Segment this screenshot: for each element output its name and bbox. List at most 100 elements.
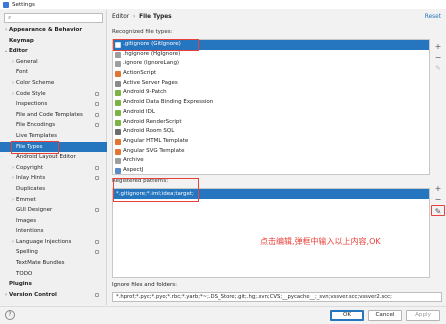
file-type-item[interactable]: Android Data Binding Expression (113, 98, 429, 108)
file-types-toolbar: + − ✎ (431, 41, 445, 74)
file-type-item[interactable]: ActionScript (113, 69, 429, 79)
file-type-icon (115, 51, 121, 58)
search-input[interactable]: ⌕ (4, 13, 103, 23)
sidebar-item-label: Copyright (16, 164, 43, 171)
file-type-label: Archive (123, 157, 144, 164)
sidebar-item[interactable]: Images (0, 216, 107, 227)
file-type-icon (115, 148, 121, 155)
file-type-item[interactable]: AspectJ (113, 166, 429, 174)
project-scope-icon (95, 176, 99, 181)
sidebar-item-label: GUI Designer (16, 207, 53, 214)
sidebar-item-label: General (16, 58, 38, 65)
sidebar-item[interactable]: Plugins (0, 279, 107, 290)
project-scope-icon (95, 239, 99, 244)
add-file-type-button[interactable]: + (431, 41, 445, 52)
sidebar-item-label: Emmet (16, 196, 36, 203)
project-scope-icon (95, 123, 99, 128)
sidebar-item-label: Spelling (16, 249, 38, 256)
sidebar-item[interactable]: › General (0, 57, 107, 68)
file-type-item[interactable]: Android 9-Patch (113, 88, 429, 98)
sidebar-item[interactable]: Duplicates (0, 184, 107, 195)
file-type-icon (115, 100, 121, 107)
sidebar-item[interactable]: › Color Scheme (0, 78, 107, 89)
sidebar-item-label: Plugins (9, 281, 32, 288)
file-type-item[interactable]: Android Room SQL (113, 127, 429, 137)
sidebar-item[interactable]: GUI Designer (0, 205, 107, 216)
file-type-item[interactable]: Archive (113, 156, 429, 166)
ignore-files-label: Ignore files and folders: (112, 282, 178, 288)
sidebar-item[interactable]: Live Templates (0, 131, 107, 142)
sidebar-item-label: TODO (16, 270, 33, 277)
sidebar-item[interactable]: › Appearance & Behavior (0, 25, 107, 36)
sidebar-item[interactable]: File and Code Templates (0, 110, 107, 121)
file-type-item[interactable]: Android IDL (113, 108, 429, 118)
remove-file-type-button[interactable]: − (431, 52, 445, 63)
sidebar-item[interactable]: Font (0, 67, 107, 78)
sidebar-item-label: Color Scheme (16, 79, 55, 86)
sidebar-item-label: Appearance & Behavior (9, 27, 83, 33)
sidebar-item-label: Editor (9, 48, 28, 55)
main-panel: Editor › File Types Reset Recognized fil… (108, 10, 446, 305)
file-type-item[interactable]: .hgignore (HgIgnore) (113, 50, 429, 60)
sidebar-item-label: File Encodings (16, 122, 56, 129)
sidebar-item[interactable]: › Copyright (0, 163, 107, 174)
breadcrumb-parent[interactable]: Editor (112, 14, 129, 20)
sidebar-item[interactable]: TODO (0, 269, 107, 280)
sidebar-item-label: Inspections (16, 101, 48, 108)
ignore-files-input[interactable]: *.hprof;*.pyc;*.pyo;*.rbc;*.yarb;*~;.DS_… (112, 292, 442, 302)
edit-pattern-button[interactable]: ✎ (431, 205, 445, 216)
sidebar-item[interactable]: › Version Control (0, 290, 107, 301)
annotation-text: 点击编辑,弹框中输入以上内容,OK (260, 237, 381, 246)
settings-sidebar: ⌕ › Appearance & Behavior Keymap ⌄Editor › Ge… (0, 10, 107, 305)
sidebar-item[interactable]: Intentions (0, 226, 107, 237)
sidebar-item[interactable]: ⌄Editor (0, 46, 107, 57)
recognized-file-types-list[interactable]: .gitignore (GitIgnore) .hgignore (HgIgnor… (112, 39, 430, 175)
file-type-item[interactable]: Angular HTML Template (113, 137, 429, 147)
file-type-label: Angular HTML Template (123, 137, 189, 144)
pattern-highlight-box (113, 178, 199, 202)
file-type-label: Android RenderScript (123, 118, 182, 125)
reset-link[interactable]: Reset (425, 14, 441, 20)
project-scope-icon (95, 165, 99, 170)
file-type-label: Android Room SQL (123, 128, 175, 135)
sidebar-item-label: Live Templates (16, 132, 57, 139)
sidebar-item[interactable]: › Emmet (0, 195, 107, 206)
file-type-label: Angular SVG Template (123, 147, 185, 154)
sidebar-item[interactable]: › Inlay Hints (0, 173, 107, 184)
cancel-button[interactable]: Cancel (368, 310, 402, 321)
help-icon[interactable]: ? (5, 310, 15, 320)
sidebar-item[interactable]: › Code Style (0, 89, 107, 100)
project-scope-icon (95, 250, 99, 255)
sidebar-item-label: Keymap (9, 37, 34, 44)
sidebar-item[interactable]: › Language Injections (0, 237, 107, 248)
add-pattern-button[interactable]: + (431, 183, 445, 194)
sidebar-item[interactable]: Spelling (0, 247, 107, 258)
file-type-label: Active Server Pages (123, 79, 178, 86)
file-type-icon (115, 80, 121, 87)
sidebar-item-label: Android Layout Editor (16, 154, 76, 161)
apply-button[interactable]: Apply (406, 310, 440, 321)
sidebar-item[interactable]: TextMate Bundles (0, 258, 107, 269)
file-type-item[interactable]: Angular SVG Template (113, 147, 429, 157)
sidebar-item-label: Images (16, 217, 37, 224)
sidebar-item[interactable]: Inspections (0, 99, 107, 110)
ok-button[interactable]: OK (330, 310, 364, 321)
file-type-item[interactable]: Active Server Pages (113, 79, 429, 89)
file-type-icon (115, 71, 121, 78)
sidebar-item-label: Inlay Hints (16, 175, 46, 182)
file-type-icon (115, 129, 121, 136)
sidebar-item-label: Duplicates (16, 185, 46, 192)
remove-pattern-button[interactable]: − (431, 194, 445, 205)
sidebar-item[interactable]: Keymap (0, 36, 107, 47)
breadcrumb-separator: › (133, 14, 136, 20)
sidebar-item[interactable]: File Encodings (0, 120, 107, 131)
title-bar: Settings (0, 0, 446, 9)
edit-file-type-button[interactable]: ✎ (431, 63, 445, 74)
patterns-toolbar: + − ✎ (431, 183, 445, 216)
settings-tree: › Appearance & Behavior Keymap ⌄Editor › Gene… (0, 25, 107, 300)
project-scope-icon (95, 112, 99, 117)
file-type-icon (115, 90, 121, 97)
file-type-item[interactable]: Android RenderScript (113, 118, 429, 128)
file-type-item[interactable]: .ignore (IgnoreLang) (113, 59, 429, 69)
sidebar-item-label: TextMate Bundles (16, 260, 65, 267)
